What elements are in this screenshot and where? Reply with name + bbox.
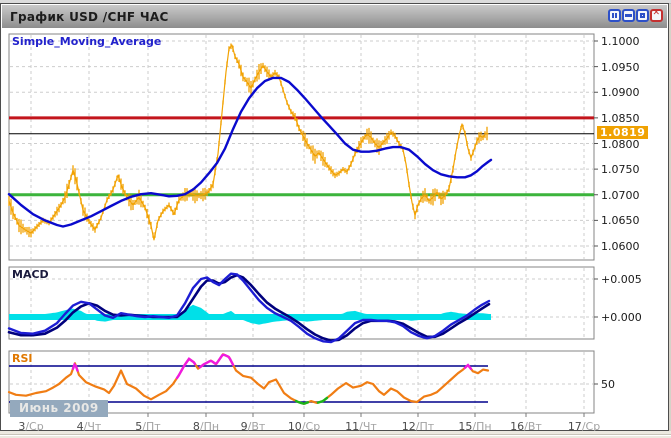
price-axis-label: 1.0750 [601,163,640,176]
macd-axis-label: +0.000 [601,311,642,324]
close-icon[interactable] [650,9,663,22]
parent-window-bottom [0,431,671,438]
pause-icon[interactable] [608,9,621,22]
minimize-icon[interactable] [622,9,635,22]
macd-panel-label: MACD [12,268,49,281]
macd-axis-label: +0.005 [601,273,642,286]
price-axis-label: 1.0950 [601,61,640,74]
chart-window-screenshot: График USD /CHF ЧАС Simple_Moving_Averag… [0,0,671,438]
price-axis-label: 1.0900 [601,86,640,99]
chart-graphics [1,28,670,432]
price-axis-label: 1.1000 [601,35,640,48]
window-title: График USD /CHF ЧАС [10,10,169,24]
window-controls [608,9,663,22]
maximize-icon[interactable] [636,9,649,22]
chart-canvas[interactable]: Simple_Moving_Average MACD RSI 1.0819 Ию… [1,28,668,430]
price-axis-label: 1.0650 [601,214,640,227]
main-indicator-label: Simple_Moving_Average [12,35,161,48]
chart-window: График USD /CHF ЧАС Simple_Moving_Averag… [0,3,669,431]
month-label: Июнь 2009 [10,400,108,417]
price-axis-label: 1.0800 [601,138,640,151]
rsi-panel-label: RSI [12,352,33,365]
title-bar: График USD /CHF ЧАС [2,5,667,28]
price-axis-label: 1.0850 [601,112,640,125]
rsi-axis-label: 50 [601,378,615,391]
price-axis-label: 1.0600 [601,240,640,253]
price-axis-label: 1.0700 [601,189,640,202]
